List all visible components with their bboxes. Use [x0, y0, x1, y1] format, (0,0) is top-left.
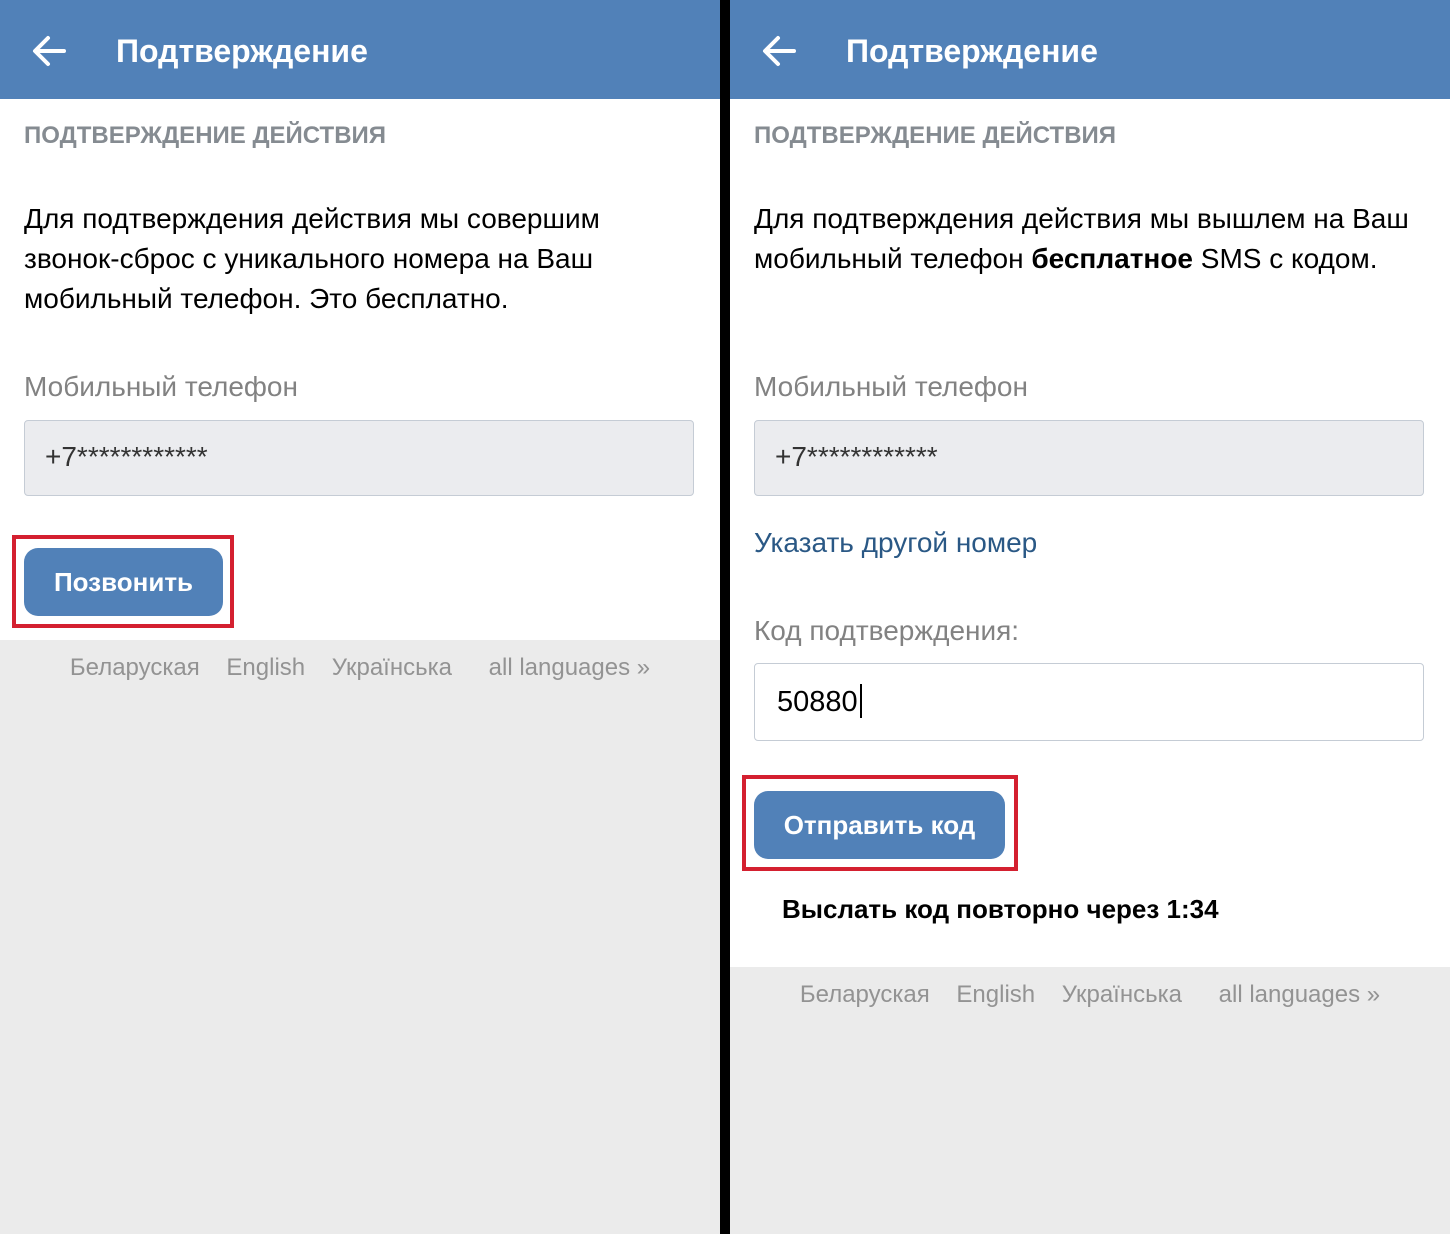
footer-languages: Беларуская English Українська all langua…: [730, 975, 1450, 1015]
section-caption: ПОДТВЕРЖДЕНИЕ ДЕЙСТВИЯ: [754, 122, 1117, 149]
right-screen: Подтверждение ПОДТВЕРЖДЕНИЕ ДЕЙСТВИЯ Для…: [730, 0, 1450, 1234]
arrow-left-icon: [33, 36, 66, 66]
back-button[interactable]: [26, 28, 72, 74]
phone-label: Мобильный телефон: [24, 371, 298, 402]
header-bar: Подтверждение: [730, 0, 1450, 99]
page-title: Подтверждение: [846, 33, 1098, 69]
description-text: Для подтверждения действия мы вышлем на …: [754, 199, 1424, 279]
back-button[interactable]: [756, 28, 802, 74]
code-value: 50880: [777, 686, 858, 718]
lang-link-belarusian[interactable]: Беларуская: [70, 654, 200, 681]
content-card: ПОДТВЕРЖДЕНИЕ ДЕЙСТВИЯ Для подтверждения…: [730, 99, 1450, 967]
arrow-left-icon: [763, 36, 796, 66]
lang-link-ukrainian[interactable]: Українська: [332, 654, 452, 681]
change-number-link[interactable]: Указать другой номер: [754, 523, 1037, 563]
description-bold: бесплатное: [1031, 243, 1194, 274]
resend-timer-text: Выслать код повторно через 1:34: [782, 894, 1219, 924]
all-languages-link[interactable]: all languages »: [489, 654, 650, 681]
page-title: Подтверждение: [116, 33, 368, 69]
phone-field: +7************: [754, 420, 1424, 496]
lang-link-english[interactable]: English: [956, 981, 1035, 1008]
content-card: ПОДТВЕРЖДЕНИЕ ДЕЙСТВИЯ Для подтверждения…: [0, 99, 720, 640]
phone-label: Мобильный телефон: [754, 371, 1028, 402]
description-part: SMS с кодом.: [1193, 243, 1378, 274]
section-caption: ПОДТВЕРЖДЕНИЕ ДЕЙСТВИЯ: [24, 122, 387, 149]
left-screen: Подтверждение ПОДТВЕРЖДЕНИЕ ДЕЙСТВИЯ Для…: [0, 0, 720, 1234]
text-caret: [859, 684, 862, 719]
footer-languages: Беларуская English Українська all langua…: [0, 648, 720, 688]
send-code-button[interactable]: Отправить код: [754, 791, 1005, 859]
header-bar: Подтверждение: [0, 0, 720, 99]
lang-link-belarusian[interactable]: Беларуская: [800, 981, 930, 1008]
lang-link-ukrainian[interactable]: Українська: [1062, 981, 1182, 1008]
call-button[interactable]: Позвонить: [24, 548, 223, 616]
description-text: Для подтверждения действия мы совершим з…: [24, 203, 600, 314]
phone-field: +7************: [24, 420, 694, 496]
all-languages-link[interactable]: all languages »: [1219, 981, 1380, 1008]
lang-link-english[interactable]: English: [226, 654, 305, 681]
code-input[interactable]: 50880: [754, 663, 1424, 741]
code-label: Код подтверждения:: [754, 615, 1020, 646]
